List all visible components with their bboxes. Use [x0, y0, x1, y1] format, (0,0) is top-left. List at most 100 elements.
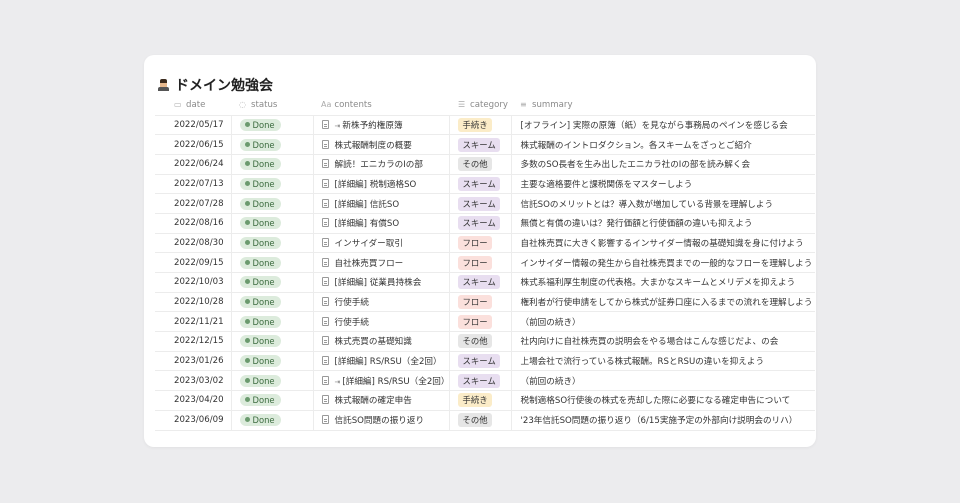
category-cell[interactable]: フロー: [449, 232, 512, 253]
summary-cell[interactable]: 無償と有償の違いは？発行価額と行使価額の違いも抑えよう: [511, 212, 815, 234]
contents-cell[interactable]: 行使手続: [312, 311, 450, 332]
contents-link[interactable]: インサイダー取引: [335, 239, 403, 249]
table-row[interactable]: 2022/10/03 Done [詳細編] 従業員持株会 スキーム 株式系福利厚…: [155, 272, 815, 293]
contents-cell[interactable]: 信託SO問題の振り返り: [312, 409, 450, 431]
contents-link[interactable]: 解読！エニカラのIの部: [335, 160, 423, 170]
date-cell[interactable]: 2022/10/03: [155, 272, 231, 293]
contents-link[interactable]: [詳細編] RS/RSU（全2回）: [342, 377, 449, 387]
contents-link[interactable]: [詳細編] 税制適格SO: [335, 180, 417, 190]
status-badge[interactable]: Done: [239, 236, 281, 249]
table-row[interactable]: 2023/04/20 Done 株式報酬の確定申告 手続き 税制適格SO行使後の…: [155, 390, 815, 411]
status-cell[interactable]: Done: [230, 232, 313, 253]
date-cell[interactable]: 2022/07/28: [155, 193, 231, 214]
column-header-contents[interactable]: Aa contents: [313, 95, 450, 115]
table-row[interactable]: 2023/06/09 Done 信託SO問題の振り返り その他 '23年信託SO…: [155, 409, 815, 431]
status-badge[interactable]: Done: [239, 276, 281, 289]
summary-cell[interactable]: 社内向けに自社株売買の説明会をやる場合はこんな感じだよ、の会: [511, 331, 815, 352]
date-cell[interactable]: 2022/06/15: [155, 134, 231, 155]
table-row[interactable]: 2022/07/28 Done [詳細編] 信託SO スキーム 信託SOのメリッ…: [155, 193, 815, 214]
date-cell[interactable]: 2022/09/15: [155, 252, 231, 273]
contents-cell[interactable]: 株式報酬の確定申告: [312, 390, 450, 411]
column-header-summary[interactable]: ≡ summary: [512, 95, 815, 115]
table-row[interactable]: 2022/05/17 Done ⇥ 新株予約権原簿 手続き [オフライン] 実際の…: [155, 114, 815, 135]
contents-link[interactable]: 自社株売買フロー: [335, 259, 404, 269]
status-cell[interactable]: Done: [230, 272, 313, 293]
date-cell[interactable]: 2022/12/15: [155, 331, 231, 352]
status-badge[interactable]: Done: [239, 414, 281, 427]
status-badge[interactable]: Done: [239, 296, 281, 309]
status-cell[interactable]: Done: [230, 134, 313, 155]
category-cell[interactable]: スキーム: [449, 212, 512, 234]
summary-cell[interactable]: [オフライン] 実際の原簿（紙）を見ながら事務局のペインを感じる会: [511, 114, 815, 135]
summary-cell[interactable]: '23年信託SO問題の振り返り（6/15実施予定の外部向け説明会のリハ）: [511, 409, 815, 431]
category-cell[interactable]: スキーム: [449, 193, 512, 214]
summary-cell[interactable]: （前回の続き）: [511, 311, 815, 332]
summary-cell[interactable]: 権利者が行使申請をしてから株式が証券口座に入るまでの流れを理解しよう: [511, 291, 815, 312]
contents-cell[interactable]: ⇥ [詳細編] RS/RSU（全2回）: [312, 370, 450, 391]
contents-link[interactable]: 行使手続: [335, 298, 369, 308]
table-row[interactable]: 2023/01/26 Done [詳細編] RS/RSU（全2回） スキーム 上…: [155, 350, 815, 371]
table-row[interactable]: 2022/06/15 Done 株式報酬制度の概要 スキーム 株式報酬のイントロ…: [155, 134, 815, 155]
contents-cell[interactable]: [詳細編] RS/RSU（全2回）: [312, 350, 450, 371]
status-cell[interactable]: Done: [230, 153, 313, 175]
summary-cell[interactable]: インサイダー情報の発生から自社株売買までの一般的なフローを理解しよう: [511, 252, 815, 273]
status-cell[interactable]: Done: [230, 212, 313, 234]
summary-cell[interactable]: 税制適格SO行使後の株式を売却した際に必要になる確定申告について: [511, 390, 815, 411]
contents-link[interactable]: 株式売買の基礎知識: [335, 337, 412, 347]
category-cell[interactable]: その他: [449, 331, 512, 352]
contents-cell[interactable]: [詳細編] 信託SO: [312, 193, 450, 214]
summary-cell[interactable]: （前回の続き）: [511, 370, 815, 391]
summary-cell[interactable]: 信託SOのメリットとは？導入数が増加している背景を理解しよう: [511, 193, 815, 214]
category-cell[interactable]: スキーム: [449, 370, 512, 391]
date-cell[interactable]: 2022/05/17: [155, 114, 231, 135]
contents-link[interactable]: [詳細編] 信託SO: [335, 200, 400, 210]
contents-cell[interactable]: ⇥ 新株予約権原簿: [312, 114, 450, 135]
contents-link[interactable]: 行使手続: [335, 318, 369, 328]
contents-link[interactable]: 株式報酬の確定申告: [335, 396, 412, 406]
contents-cell[interactable]: [詳細編] 従業員持株会: [312, 272, 450, 293]
status-cell[interactable]: Done: [230, 291, 313, 312]
summary-cell[interactable]: 多数のSO長者を生み出したエニカラ社のIの部を読み解く会: [511, 153, 815, 175]
category-cell[interactable]: その他: [449, 153, 512, 175]
date-cell[interactable]: 2022/11/21: [155, 311, 231, 332]
table-row[interactable]: 2022/10/28 Done 行使手続 フロー 権利者が行使申請をしてから株式…: [155, 291, 815, 312]
status-badge[interactable]: Done: [239, 138, 281, 151]
contents-cell[interactable]: 解読！エニカラのIの部: [312, 153, 450, 175]
status-badge[interactable]: Done: [239, 315, 281, 328]
date-cell[interactable]: 2023/01/26: [155, 350, 231, 371]
column-header-date[interactable]: ▭ date: [155, 95, 231, 115]
status-cell[interactable]: Done: [230, 350, 313, 371]
date-cell[interactable]: 2022/10/28: [155, 291, 231, 312]
status-badge[interactable]: Done: [239, 374, 281, 387]
summary-cell[interactable]: 自社株売買に大きく影響するインサイダー情報の基礎知識を身に付けよう: [511, 232, 815, 253]
table-row[interactable]: 2023/03/02 Done ⇥ [詳細編] RS/RSU（全2回） スキーム …: [155, 370, 815, 391]
category-cell[interactable]: 手続き: [449, 390, 512, 411]
status-cell[interactable]: Done: [230, 331, 313, 352]
contents-link[interactable]: [詳細編] 従業員持株会: [335, 278, 422, 288]
status-cell[interactable]: Done: [230, 370, 313, 391]
date-cell[interactable]: 2023/06/09: [155, 409, 231, 431]
contents-cell[interactable]: 行使手続: [312, 291, 450, 312]
status-badge[interactable]: Done: [239, 217, 281, 230]
contents-cell[interactable]: インサイダー取引: [312, 232, 450, 253]
status-cell[interactable]: Done: [230, 252, 313, 273]
category-cell[interactable]: フロー: [449, 252, 512, 273]
contents-cell[interactable]: 株式報酬制度の概要: [312, 134, 450, 155]
summary-cell[interactable]: 株式報酬のイントロダクション。各スキームをざっとご紹介: [511, 134, 815, 155]
category-cell[interactable]: その他: [449, 409, 512, 431]
table-row[interactable]: 2022/11/21 Done 行使手続 フロー （前回の続き）: [155, 311, 815, 332]
contents-cell[interactable]: 株式売買の基礎知識: [312, 331, 450, 352]
contents-link[interactable]: 株式報酬制度の概要: [335, 141, 412, 151]
table-row[interactable]: 2022/08/30 Done インサイダー取引 フロー 自社株売買に大きく影響…: [155, 232, 815, 253]
date-cell[interactable]: 2022/08/16: [155, 212, 231, 234]
category-cell[interactable]: フロー: [449, 311, 512, 332]
date-cell[interactable]: 2022/06/24: [155, 153, 231, 175]
status-badge[interactable]: Done: [239, 394, 281, 407]
status-cell[interactable]: Done: [230, 409, 313, 431]
status-badge[interactable]: Done: [239, 256, 281, 269]
column-header-status[interactable]: ◌ status: [231, 95, 313, 115]
contents-link[interactable]: [詳細編] RS/RSU（全2回）: [335, 357, 442, 367]
category-cell[interactable]: 手続き: [449, 114, 512, 135]
status-badge[interactable]: Done: [239, 197, 281, 210]
status-cell[interactable]: Done: [230, 193, 313, 214]
